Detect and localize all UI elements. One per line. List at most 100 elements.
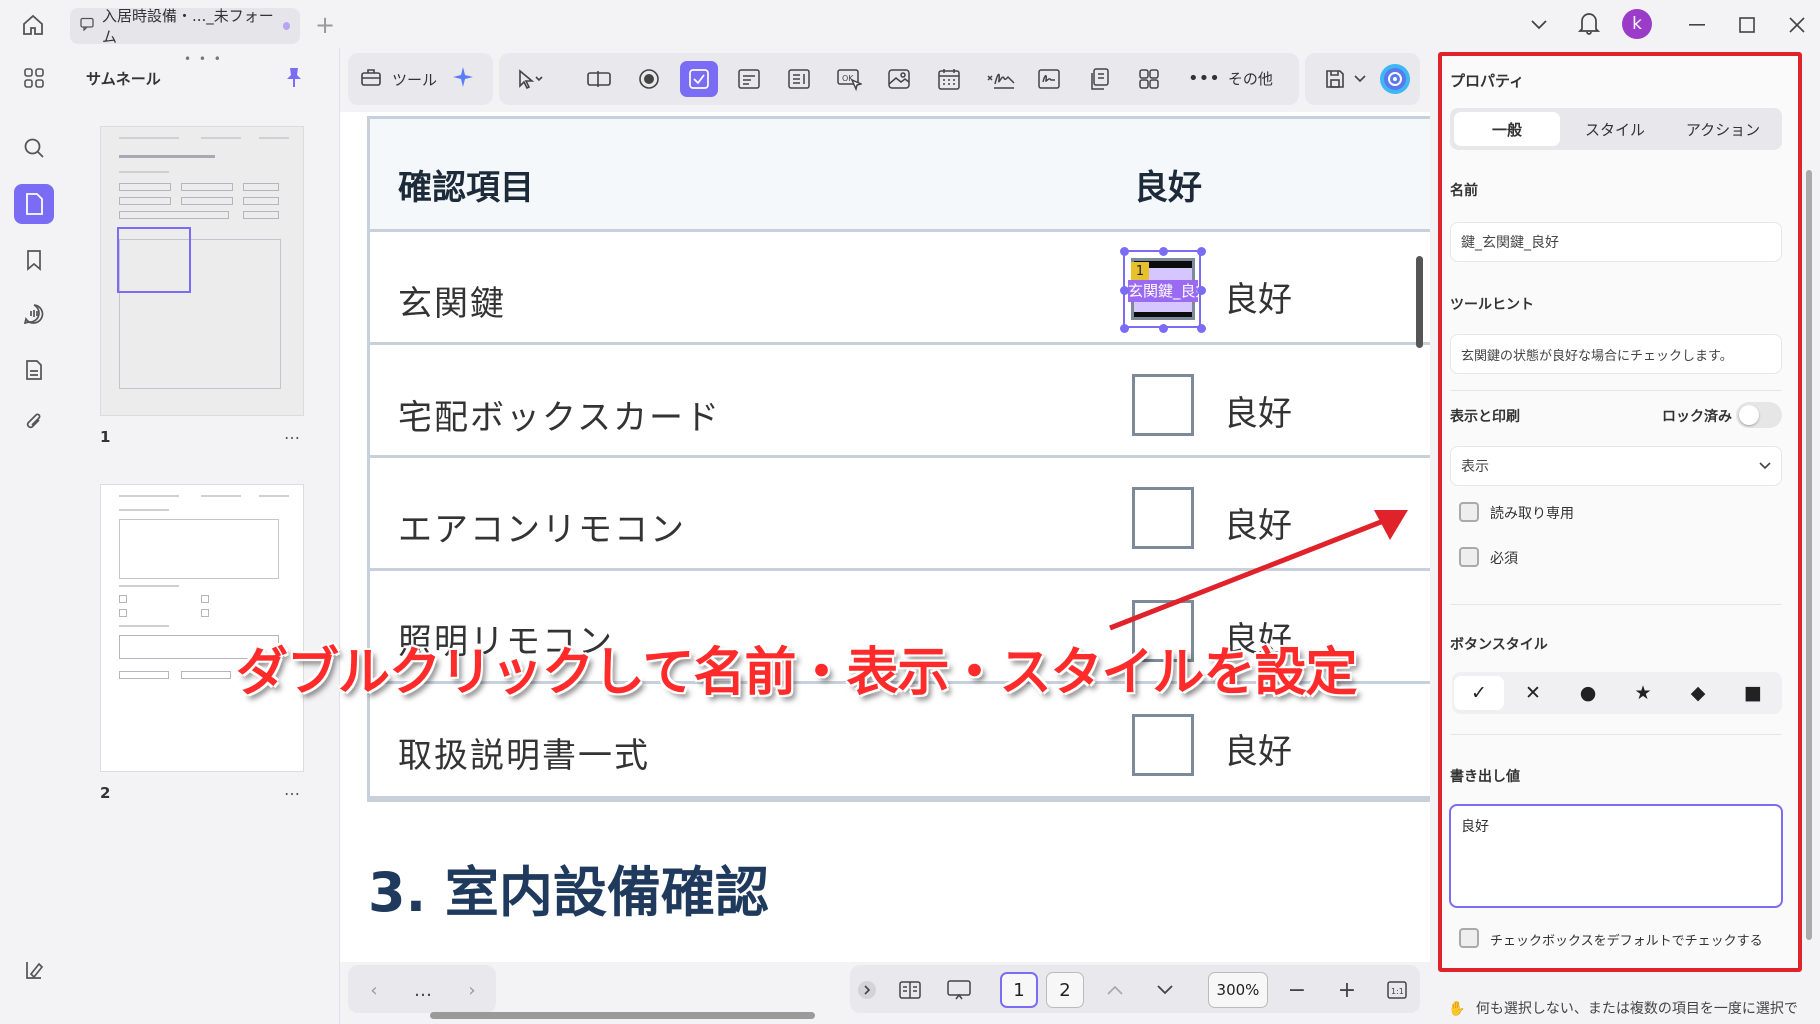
unsaved-dot-icon (282, 22, 290, 30)
page-button-1[interactable]: 1 (1000, 972, 1038, 1008)
panel-resize-handle[interactable]: • • • (184, 52, 223, 66)
tools-button[interactable]: ツール (392, 69, 437, 90)
tooltip-field[interactable]: 玄関鍵の状態が良好な場合にチェックします。 (1450, 334, 1782, 374)
bookmark-icon[interactable] (14, 240, 54, 280)
ai-assistant-icon[interactable] (1376, 61, 1414, 97)
expand-chevron-icon[interactable] (856, 973, 878, 1007)
required-label: 必須 (1490, 551, 1518, 567)
resize-handle[interactable] (1120, 324, 1129, 333)
resize-handle[interactable] (1197, 324, 1206, 333)
bell-icon[interactable] (1574, 8, 1604, 38)
nav-more-button[interactable]: … (408, 973, 438, 1007)
page-number-2: 2 (100, 784, 111, 802)
signature-field-icon[interactable] (980, 61, 1022, 97)
page-thumbnails-icon[interactable] (14, 184, 54, 224)
resize-handle[interactable] (1197, 247, 1206, 256)
ai-sparkle-icon[interactable] (451, 65, 475, 93)
style-diamond-icon[interactable]: ◆ (1673, 676, 1723, 710)
document-tab[interactable]: 入居時設備・..._未フォーム (70, 7, 300, 46)
tab-action[interactable]: アクション (1670, 112, 1776, 146)
page-2-more-button[interactable]: … (284, 780, 300, 799)
resize-handle[interactable] (1120, 247, 1129, 256)
pin-icon[interactable] (284, 66, 304, 92)
annotation-caption: ダブルクリックして名前・表示・スタイルを設定 (236, 643, 1357, 703)
visibility-select[interactable]: 表示 (1450, 446, 1782, 486)
horizontal-scrollbar[interactable] (430, 1012, 815, 1019)
toolbox-icon[interactable] (360, 67, 382, 91)
row-status-label: 良好 (1224, 732, 1292, 772)
avatar[interactable]: k (1622, 9, 1652, 39)
save-chevron-icon[interactable] (1348, 61, 1372, 97)
required-checkbox[interactable] (1459, 547, 1479, 567)
presentation-icon[interactable] (942, 973, 976, 1007)
search-icon[interactable] (14, 128, 54, 168)
name-field[interactable]: 鍵_玄関鍵_良好 (1450, 222, 1782, 262)
properties-title: プロパティ (1450, 72, 1525, 90)
resize-handle[interactable] (1197, 286, 1206, 295)
select-pointer-icon[interactable] (508, 61, 552, 97)
style-check-icon[interactable]: ✓ (1454, 676, 1504, 710)
minimize-icon[interactable] (1680, 10, 1714, 40)
ok-button-icon[interactable]: OK (830, 61, 868, 97)
export-value-field[interactable]: 良好 (1449, 804, 1783, 908)
page-1-more-button[interactable]: … (284, 424, 300, 443)
field-grid-icon[interactable] (1130, 61, 1168, 97)
readonly-checkbox[interactable] (1459, 502, 1479, 522)
duplicate-field-icon[interactable] (1080, 61, 1118, 97)
default-checked-checkbox[interactable] (1459, 928, 1479, 948)
resize-handle[interactable] (1159, 247, 1168, 256)
style-star-icon[interactable]: ★ (1618, 676, 1668, 710)
row-item-label: エアコンリモコン (398, 510, 686, 550)
document-scrollbar[interactable] (1416, 256, 1423, 348)
row-status-label: 良好 (1224, 280, 1292, 320)
properties-scrollbar[interactable] (1806, 170, 1812, 940)
readonly-label: 読み取り専用 (1490, 506, 1574, 522)
page-number-1: 1 (100, 428, 111, 446)
checkbox-field[interactable] (1132, 374, 1194, 436)
resize-handle[interactable] (1120, 286, 1129, 295)
divider (1450, 604, 1782, 605)
next-nav-icon[interactable]: › (460, 973, 484, 1007)
home-icon[interactable] (18, 10, 48, 40)
viewport-indicator (117, 227, 191, 293)
footer-hint: ✋ 何も選択しない、または複数の項目を一度に選択で (1448, 1001, 1798, 1017)
style-circle-icon[interactable]: ● (1563, 676, 1613, 710)
stamp-icon[interactable] (14, 350, 54, 390)
selection-frame[interactable] (1120, 247, 1206, 333)
chevron-down-icon[interactable] (1524, 10, 1554, 40)
checkbox-tool-icon[interactable] (680, 61, 718, 97)
page-button-2[interactable]: 2 (1046, 972, 1084, 1008)
apps-grid-icon[interactable] (14, 58, 54, 98)
style-cross-icon[interactable]: ✕ (1508, 676, 1558, 710)
dropdown-field-icon[interactable] (730, 61, 768, 97)
page-layout-icon[interactable] (894, 973, 926, 1007)
zoom-in-icon[interactable]: + (1332, 973, 1362, 1007)
tab-general[interactable]: 一般 (1454, 112, 1560, 146)
page-thumbnail-2[interactable] (100, 484, 304, 772)
list-box-icon[interactable] (780, 61, 818, 97)
new-tab-plus-icon[interactable]: + (310, 10, 340, 40)
comment-list-icon[interactable] (14, 294, 54, 334)
zoom-out-icon[interactable]: − (1282, 973, 1312, 1007)
maximize-icon[interactable] (1730, 10, 1764, 40)
layers-icon[interactable] (14, 950, 54, 990)
text-field-icon[interactable] (580, 61, 618, 97)
checkbox-field[interactable] (1132, 714, 1194, 776)
more-tools-button[interactable]: ••• その他 (1188, 68, 1273, 89)
close-icon[interactable] (1780, 10, 1814, 40)
zoom-level[interactable]: 300% (1208, 972, 1268, 1008)
digital-signature-icon[interactable] (1030, 61, 1068, 97)
style-square-icon[interactable]: ■ (1728, 676, 1778, 710)
prev-nav-icon[interactable]: ‹ (362, 973, 386, 1007)
attachment-icon[interactable] (14, 402, 54, 442)
radio-button-icon[interactable] (630, 61, 668, 97)
page-up-icon[interactable] (1100, 973, 1130, 1007)
image-field-icon[interactable] (880, 61, 918, 97)
visibility-label: 表示と印刷 (1450, 409, 1520, 425)
tab-style[interactable]: スタイル (1562, 112, 1668, 146)
resize-handle[interactable] (1159, 324, 1168, 333)
page-down-icon[interactable] (1150, 973, 1180, 1007)
actual-size-icon[interactable]: 1:1 (1382, 973, 1412, 1007)
page-thumbnail-1[interactable] (100, 126, 304, 416)
date-field-icon[interactable] (930, 61, 968, 97)
